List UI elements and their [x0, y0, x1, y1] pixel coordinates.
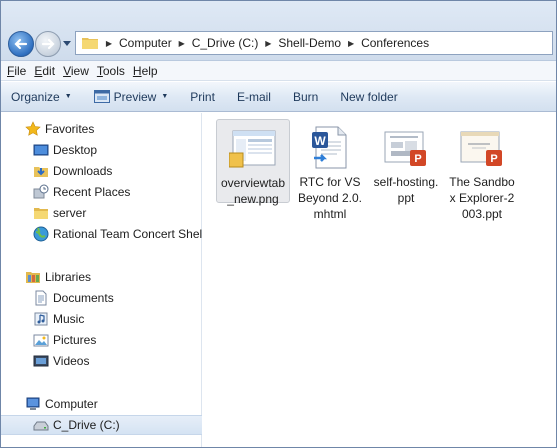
- videos-icon: [33, 355, 49, 367]
- drive-icon: [33, 421, 49, 431]
- music-icon: [34, 312, 48, 326]
- breadcrumb-computer[interactable]: Computer: [116, 36, 175, 50]
- nav-libraries[interactable]: Libraries: [1, 267, 202, 287]
- svg-text:P: P: [414, 153, 421, 165]
- nav-videos[interactable]: Videos: [1, 351, 202, 371]
- forward-arrow-icon: [41, 38, 55, 50]
- menu-view[interactable]: View: [63, 64, 89, 78]
- print-button[interactable]: Print: [190, 90, 215, 104]
- file-item[interactable]: P self-hosting.ppt: [369, 119, 443, 231]
- address-bar[interactable]: ▶ Computer ▶ C_Drive (C:) ▶ Shell-Demo ▶…: [75, 31, 553, 55]
- organize-button[interactable]: Organize ▼: [11, 90, 72, 104]
- nav-documents[interactable]: Documents: [1, 288, 202, 308]
- star-icon: [25, 121, 41, 136]
- nav-pictures[interactable]: Pictures: [1, 330, 202, 350]
- breadcrumb-separator-icon[interactable]: ▶: [102, 39, 116, 48]
- nav-computer[interactable]: Computer: [1, 394, 202, 414]
- recent-places-icon: [33, 184, 49, 199]
- explorer-window: ▶ Computer ▶ C_Drive (C:) ▶ Shell-Demo ▶…: [0, 0, 557, 448]
- nav-desktop[interactable]: Desktop: [1, 140, 202, 160]
- burn-button[interactable]: Burn: [293, 90, 318, 104]
- address-toolbar: ▶ Computer ▶ C_Drive (C:) ▶ Shell-Demo ▶…: [1, 1, 556, 61]
- nav-music[interactable]: Music: [1, 309, 202, 329]
- dropdown-arrow-icon: ▼: [161, 93, 169, 100]
- libraries-icon: [26, 272, 40, 283]
- new-folder-button[interactable]: New folder: [340, 90, 397, 104]
- desktop-icon: [33, 144, 49, 156]
- file-item[interactable]: W RTC for VS Beyond 2.0.mhtml: [293, 119, 367, 231]
- word-document-icon: W: [306, 124, 354, 172]
- forward-button[interactable]: [35, 31, 61, 57]
- menu-help[interactable]: Help: [133, 64, 158, 78]
- back-button[interactable]: [8, 31, 34, 57]
- breadcrumb-separator-icon[interactable]: ▶: [175, 39, 189, 48]
- powerpoint-icon: P: [382, 124, 430, 172]
- breadcrumb-separator-icon[interactable]: ▶: [261, 39, 275, 48]
- file-list: overviewtab_new.png W RTC for VS Beyond …: [203, 113, 556, 447]
- nav-downloads[interactable]: Downloads: [1, 161, 202, 181]
- nav-rational-team-concert-shell[interactable]: Rational Team Concert Shell: [1, 224, 205, 244]
- nav-favorites[interactable]: Favorites: [1, 119, 202, 139]
- documents-icon: [35, 290, 47, 306]
- preview-window-icon: [93, 90, 110, 103]
- powerpoint-icon: P: [458, 124, 506, 172]
- breadcrumb-c-drive[interactable]: C_Drive (C:): [189, 36, 262, 50]
- preview-button[interactable]: Preview ▼: [93, 90, 169, 104]
- breadcrumb-conferences[interactable]: Conferences: [358, 36, 432, 50]
- back-arrow-icon: [14, 38, 28, 50]
- breadcrumb-separator-icon[interactable]: ▶: [344, 39, 358, 48]
- globe-icon: [33, 226, 49, 242]
- dropdown-arrow-icon: ▼: [64, 93, 72, 100]
- folder-icon: [82, 38, 98, 49]
- navigation-pane: Favorites Desktop Downloads Recent Place…: [1, 113, 205, 447]
- recent-pages-dropdown-icon[interactable]: [63, 41, 71, 47]
- menu-edit[interactable]: Edit: [34, 64, 55, 78]
- file-item[interactable]: P The Sandbox Explorer-2003.ppt: [445, 119, 519, 231]
- file-item[interactable]: overviewtab_new.png: [216, 119, 290, 206]
- nav-c-drive[interactable]: C_Drive (C:): [1, 415, 202, 435]
- svg-text:W: W: [314, 134, 326, 148]
- breadcrumb-shell-demo[interactable]: Shell-Demo: [275, 36, 344, 50]
- menu-bar: File Edit View Tools Help: [1, 61, 556, 81]
- png-image-icon: [228, 125, 277, 173]
- menu-file[interactable]: File: [7, 64, 26, 78]
- folder-icon: [34, 208, 48, 219]
- svg-text:P: P: [490, 153, 497, 165]
- nav-recent-places[interactable]: Recent Places: [1, 182, 202, 202]
- menu-tools[interactable]: Tools: [97, 64, 125, 78]
- computer-icon: [26, 397, 40, 410]
- nav-server[interactable]: server: [1, 203, 202, 223]
- pictures-icon: [33, 334, 49, 347]
- downloads-folder-icon: [34, 167, 48, 177]
- command-bar: Organize ▼ Preview ▼ Print E-mail Burn N…: [1, 82, 556, 112]
- email-button[interactable]: E-mail: [237, 90, 271, 104]
